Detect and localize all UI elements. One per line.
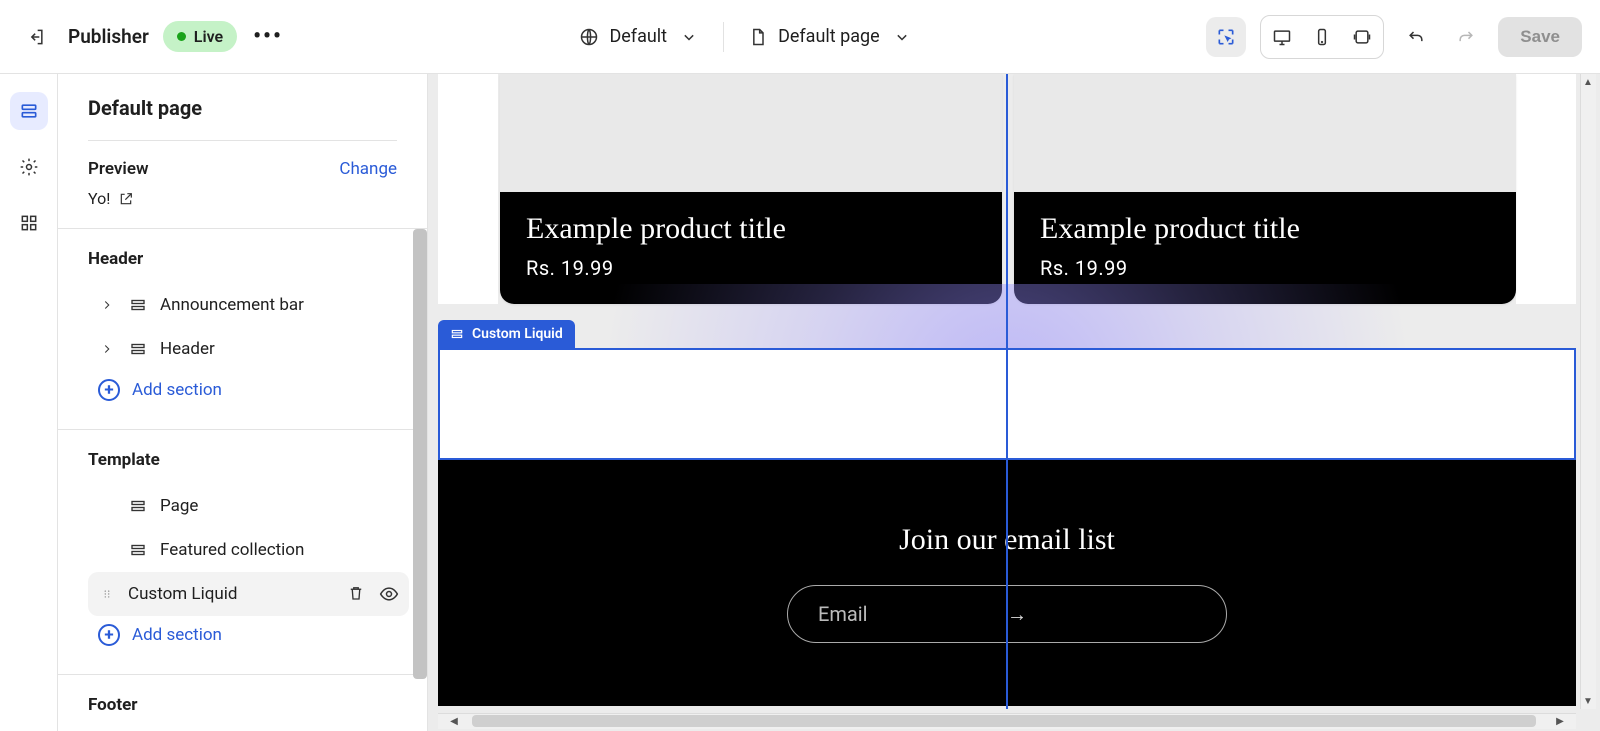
topbar: Publisher Live ••• Default Default page bbox=[0, 0, 1600, 74]
selection-outline[interactable] bbox=[438, 348, 1576, 460]
redo-button[interactable] bbox=[1448, 19, 1484, 55]
sidebar-group-footer: Footer + Add section bbox=[58, 674, 427, 731]
product-image-placeholder bbox=[500, 74, 1002, 192]
scroll-down-arrow-icon[interactable]: ▼ bbox=[1580, 693, 1596, 709]
scroll-right-arrow-icon[interactable]: ▶ bbox=[1552, 713, 1568, 729]
product-card[interactable]: Example product title Rs. 19.99 bbox=[1014, 74, 1516, 304]
live-status-badge: Live bbox=[163, 21, 237, 52]
trash-icon[interactable] bbox=[347, 584, 365, 602]
sidebar-item-label: Announcement bar bbox=[160, 295, 304, 315]
canvas-vertical-scrollbar[interactable]: ▲ ▼ bbox=[1580, 74, 1596, 709]
drag-handle-icon[interactable] bbox=[100, 587, 114, 601]
scroll-up-arrow-icon[interactable]: ▲ bbox=[1580, 74, 1596, 90]
page-dropdown-label: Default page bbox=[778, 26, 880, 47]
email-signup-input[interactable]: Email → bbox=[787, 585, 1227, 643]
section-icon bbox=[129, 340, 147, 358]
rail-sections-button[interactable] bbox=[10, 92, 48, 130]
sidebar-group-header: Header Announcement bar Header + Add sec… bbox=[58, 228, 427, 429]
rail-settings-button[interactable] bbox=[10, 148, 48, 186]
eye-icon[interactable] bbox=[379, 584, 399, 604]
sidebar-item-label: Custom Liquid bbox=[128, 584, 237, 604]
divider bbox=[723, 22, 724, 52]
add-section-header[interactable]: + Add section bbox=[88, 371, 409, 409]
page-edge bbox=[438, 74, 498, 304]
theme-dropdown[interactable]: Default bbox=[579, 26, 699, 47]
product-card[interactable]: Example product title Rs. 19.99 bbox=[500, 74, 1002, 304]
group-title-template: Template bbox=[88, 450, 409, 470]
inspector-mode-button[interactable] bbox=[1206, 17, 1246, 57]
add-section-template[interactable]: + Add section bbox=[88, 616, 409, 654]
chevron-down-icon bbox=[679, 27, 699, 47]
chevron-down-icon bbox=[892, 27, 912, 47]
page-edge bbox=[1516, 74, 1576, 304]
sidebar-item-page[interactable]: Page bbox=[88, 484, 409, 528]
rail-apps-button[interactable] bbox=[10, 204, 48, 242]
live-dot-icon bbox=[177, 32, 186, 41]
product-cards-row: Example product title Rs. 19.99 Example … bbox=[500, 74, 1516, 304]
globe-icon bbox=[579, 27, 599, 47]
left-rail bbox=[0, 74, 58, 731]
group-title-footer: Footer bbox=[88, 695, 409, 715]
save-button[interactable]: Save bbox=[1498, 17, 1582, 57]
section-icon bbox=[450, 327, 464, 341]
sidebar-page-title: Default page bbox=[88, 96, 397, 120]
canvas: Example product title Rs. 19.99 Example … bbox=[428, 74, 1600, 731]
theme-dropdown-label: Default bbox=[609, 26, 667, 47]
section-icon bbox=[129, 296, 147, 314]
add-section-label: Add section bbox=[132, 380, 222, 400]
exit-button[interactable] bbox=[18, 19, 54, 55]
product-title: Example product title bbox=[1040, 212, 1490, 246]
live-status-label: Live bbox=[194, 27, 223, 46]
section-icon bbox=[129, 541, 147, 559]
device-desktop-button[interactable] bbox=[1265, 20, 1299, 54]
sidebar-item-label: Page bbox=[160, 496, 198, 516]
sidebar-item-label: Header bbox=[160, 339, 215, 359]
chevron-right-icon bbox=[100, 342, 114, 356]
sidebar-item-label: Featured collection bbox=[160, 540, 304, 560]
chevron-right-icon bbox=[100, 298, 114, 312]
app-brand: Publisher bbox=[68, 25, 149, 48]
selection-tag[interactable]: Custom Liquid bbox=[438, 320, 575, 348]
device-preview-group bbox=[1260, 15, 1384, 59]
device-fullwidth-button[interactable] bbox=[1345, 20, 1379, 54]
plus-circle-icon: + bbox=[98, 379, 120, 401]
undo-button[interactable] bbox=[1398, 19, 1434, 55]
external-link-icon[interactable] bbox=[118, 191, 134, 207]
sidebar-item-custom-liquid[interactable]: Custom Liquid bbox=[88, 572, 409, 616]
email-placeholder: Email bbox=[818, 602, 1007, 626]
product-price: Rs. 19.99 bbox=[1040, 256, 1490, 280]
group-title-header: Header bbox=[88, 249, 409, 269]
device-mobile-button[interactable] bbox=[1305, 20, 1339, 54]
arrow-right-icon[interactable]: → bbox=[1007, 602, 1196, 627]
selection-tag-label: Custom Liquid bbox=[472, 326, 563, 342]
footer-heading: Join our email list bbox=[899, 523, 1115, 557]
change-preview-link[interactable]: Change bbox=[339, 159, 397, 179]
add-section-label: Add section bbox=[132, 625, 222, 645]
sidebar-group-template: Template Page Featured collection Custom… bbox=[58, 429, 427, 674]
product-title: Example product title bbox=[526, 212, 976, 246]
scrollbar-thumb[interactable] bbox=[472, 715, 1536, 727]
sidebar-item-featured-collection[interactable]: Featured collection bbox=[88, 528, 409, 572]
preview-footer-section[interactable]: Join our email list Email → bbox=[438, 460, 1576, 706]
product-image-placeholder bbox=[1014, 74, 1516, 192]
page-icon bbox=[748, 27, 768, 47]
sidebar-scrollbar-thumb[interactable] bbox=[413, 229, 427, 679]
section-icon bbox=[129, 497, 147, 515]
more-actions-button[interactable]: ••• bbox=[251, 22, 285, 52]
page-dropdown[interactable]: Default page bbox=[748, 26, 912, 47]
plus-circle-icon: + bbox=[98, 624, 120, 646]
sidebar-item-announcement-bar[interactable]: Announcement bar bbox=[88, 283, 409, 327]
preview-label: Preview bbox=[88, 159, 149, 179]
sidebar: Default page Preview Change Yo! Header A… bbox=[58, 74, 428, 731]
product-price: Rs. 19.99 bbox=[526, 256, 976, 280]
canvas-horizontal-scrollbar[interactable]: ◀ ▶ bbox=[438, 713, 1576, 729]
sidebar-item-header[interactable]: Header bbox=[88, 327, 409, 371]
scroll-left-arrow-icon[interactable]: ◀ bbox=[446, 713, 462, 729]
preview-value: Yo! bbox=[88, 189, 110, 208]
